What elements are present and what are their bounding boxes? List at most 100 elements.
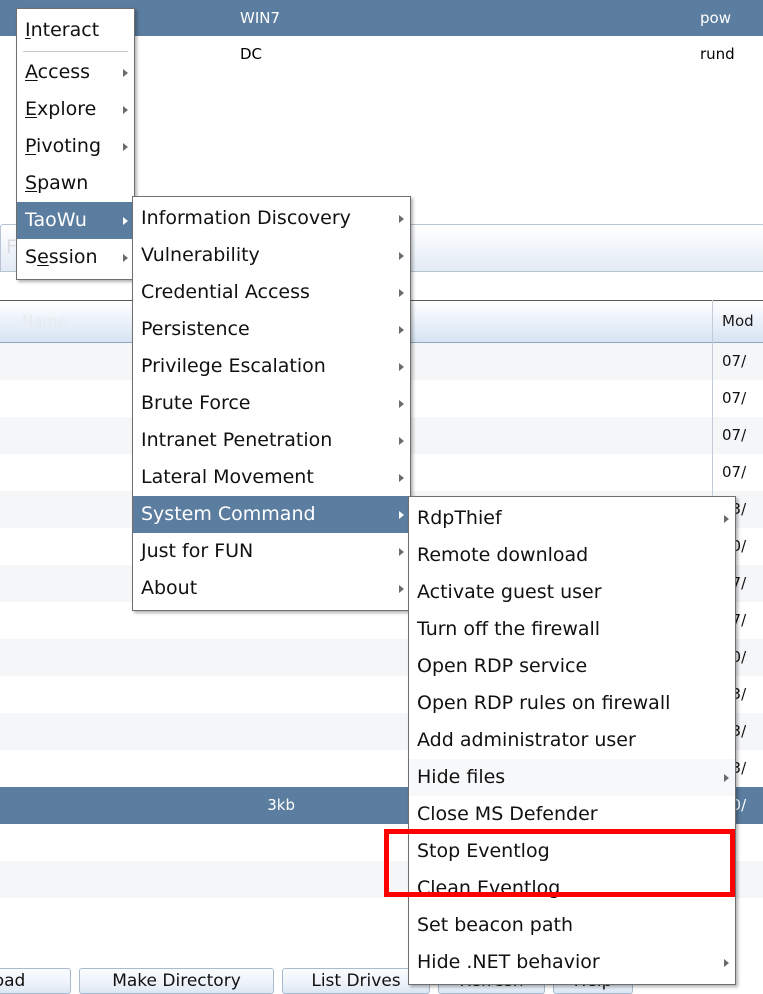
menu-item-about[interactable]: About (133, 570, 410, 607)
context-menu-root[interactable]: Interact Access Explore Pivoting Spawn TaoWu S… (16, 8, 135, 280)
menu-item-pivoting[interactable]: Pivoting (17, 128, 134, 165)
menu-item-clean-eventlog[interactable]: Clean Eventlog (409, 870, 735, 907)
menu-item-label: Set beacon path (417, 914, 573, 936)
menu-item-label: Stop Eventlog (417, 840, 550, 862)
file-modified-cell: 07/ (722, 463, 747, 481)
menu-item-mnemonic: S (25, 172, 38, 194)
menu-item-label: Hide .NET behavior (417, 951, 600, 973)
session-host: WIN7 (240, 9, 281, 27)
menu-item-label: Credential Access (141, 281, 310, 303)
menu-item-label: RdpThief (417, 507, 502, 529)
menu-item-information-discovery[interactable]: Information Discovery (133, 200, 410, 237)
upload-button[interactable]: oad (0, 968, 71, 994)
chevron-right-icon (399, 325, 404, 334)
menu-item-credential-access[interactable]: Credential Access (133, 274, 410, 311)
menu-item-hide-net-behavior[interactable]: Hide .NET behavior (409, 944, 735, 981)
menu-item-label: Access (25, 61, 91, 83)
file-modified-cell: 07/ (722, 389, 747, 407)
menu-item-label: Privilege Escalation (141, 355, 326, 377)
menu-item-mnemonic: e (37, 246, 49, 268)
menu-item-set-beacon-path[interactable]: Set beacon path (409, 907, 735, 944)
menu-item-persistence[interactable]: Persistence (133, 311, 410, 348)
menu-item-system-command[interactable]: System Command (133, 496, 410, 533)
menu-item-label: Spawn (25, 172, 89, 194)
menu-item-explore[interactable]: Explore (17, 91, 134, 128)
menu-item-stop-eventlog[interactable]: Stop Eventlog (409, 833, 735, 870)
chevron-right-icon (399, 251, 404, 260)
menu-item-label: About (141, 577, 198, 599)
menu-item-turn-off-the-firewall[interactable]: Turn off the firewall (409, 611, 735, 648)
menu-item-lateral-movement[interactable]: Lateral Movement (133, 459, 410, 496)
menu-item-label: Pivoting (25, 135, 102, 157)
menu-item-label: Lateral Movement (141, 466, 314, 488)
chevron-right-icon (724, 958, 729, 967)
menu-item-access[interactable]: Access (17, 54, 134, 91)
menu-item-label: Interact (25, 19, 100, 41)
menu-separator (23, 51, 128, 52)
session-host: DC (240, 45, 263, 63)
chevron-right-icon (399, 436, 404, 445)
session-process: rund (700, 45, 735, 63)
chevron-right-icon (724, 514, 729, 523)
menu-item-vulnerability[interactable]: Vulnerability (133, 237, 410, 274)
menu-item-session[interactable]: Session (17, 239, 134, 276)
menu-item-remote-download[interactable]: Remote download (409, 537, 735, 574)
make-directory-button[interactable]: Make Directory (79, 968, 274, 994)
submenu-taowu[interactable]: Information Discovery Vulnerability Creden… (132, 196, 411, 611)
submenu-system-command[interactable]: RdpThief Remote download Activate guest us… (408, 496, 736, 985)
chevron-right-icon (399, 362, 404, 371)
menu-item-privilege-escalation[interactable]: Privilege Escalation (133, 348, 410, 385)
menu-item-label: Activate guest user (417, 581, 602, 603)
menu-item-close-ms-defender[interactable]: Close MS Defender (409, 796, 735, 833)
menu-item-label: Intranet Penetration (141, 429, 333, 451)
menu-item-label: Brute Force (141, 392, 251, 414)
chevron-right-icon (123, 216, 128, 225)
menu-item-label: Clean Eventlog (417, 877, 561, 899)
menu-item-activate-guest-user[interactable]: Activate guest user (409, 574, 735, 611)
menu-item-taowu[interactable]: TaoWu (17, 202, 134, 239)
menu-item-label: Persistence (141, 318, 250, 340)
chevron-right-icon (399, 510, 404, 519)
menu-item-brute-force[interactable]: Brute Force (133, 385, 410, 422)
column-header-name[interactable]: Name (22, 301, 66, 342)
chevron-right-icon (399, 473, 404, 482)
menu-item-intranet-penetration[interactable]: Intranet Penetration (133, 422, 410, 459)
menu-item-label: Remote download (417, 544, 589, 566)
column-header-modified[interactable]: Mod (722, 301, 754, 342)
chevron-right-icon (399, 399, 404, 408)
menu-item-spawn[interactable]: Spawn (17, 165, 134, 202)
menu-item-mnemonic: A (25, 61, 38, 83)
menu-item-label: Information Discovery (141, 207, 351, 229)
menu-item-mnemonic: E (25, 98, 38, 120)
menu-item-hide-files[interactable]: Hide files (409, 759, 735, 796)
menu-item-mnemonic: P (25, 135, 37, 157)
menu-item-label: Explore (25, 98, 97, 120)
chevron-right-icon (399, 288, 404, 297)
menu-item-label: Vulnerability (141, 244, 260, 266)
menu-item-label: Session (25, 246, 98, 268)
chevron-right-icon (123, 253, 128, 262)
chevron-right-icon (399, 584, 404, 593)
chevron-right-icon (399, 547, 404, 556)
menu-item-label: Hide files (417, 766, 506, 788)
menu-item-label: Add administrator user (417, 729, 636, 751)
menu-item-rdpthief[interactable]: RdpThief (409, 500, 735, 537)
menu-item-label: TaoWu (25, 209, 87, 231)
chevron-right-icon (399, 214, 404, 223)
chevron-right-icon (724, 773, 729, 782)
file-size-cell: 3kb (267, 796, 295, 814)
menu-item-open-rdp-rules-on-firewall[interactable]: Open RDP rules on firewall (409, 685, 735, 722)
menu-item-label: Open RDP rules on firewall (417, 692, 671, 714)
menu-item-open-rdp-service[interactable]: Open RDP service (409, 648, 735, 685)
file-modified-cell: 07/ (722, 352, 747, 370)
chevron-right-icon (123, 68, 128, 77)
menu-item-add-administrator-user[interactable]: Add administrator user (409, 722, 735, 759)
menu-item-label: System Command (141, 503, 316, 525)
menu-item-interact[interactable]: Interact (17, 12, 134, 49)
menu-item-just-for-fun[interactable]: Just for FUN (133, 533, 410, 570)
file-modified-cell: 07/ (722, 426, 747, 444)
chevron-right-icon (123, 105, 128, 114)
menu-item-label: Open RDP service (417, 655, 588, 677)
chevron-right-icon (123, 142, 128, 151)
menu-item-label: Just for FUN (141, 540, 254, 562)
